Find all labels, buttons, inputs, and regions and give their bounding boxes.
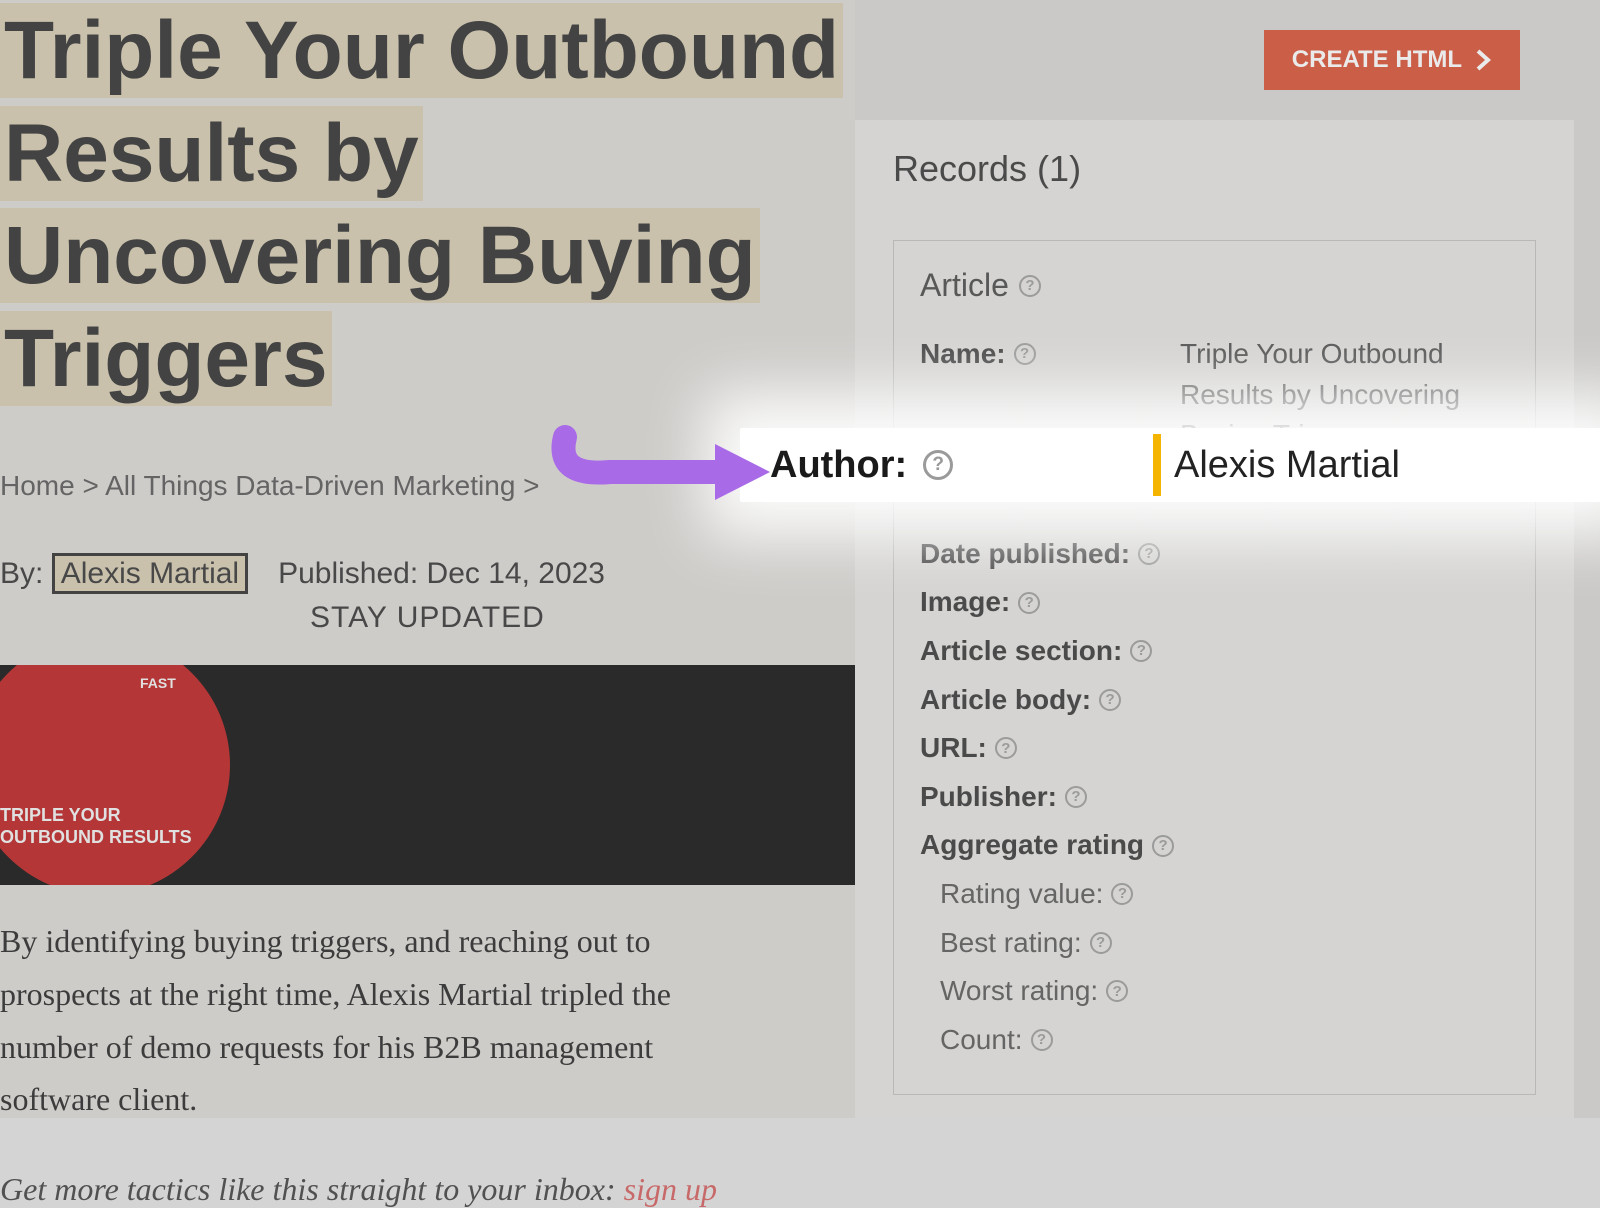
byline-by: By: Alexis Martial xyxy=(0,557,248,591)
hero-line1: TRIPLE YOUR xyxy=(0,805,121,825)
help-icon[interactable]: ? xyxy=(1018,592,1040,614)
published: Published: Dec 14, 2023 xyxy=(278,557,605,591)
article-title: Triple Your Outbound Results by Uncoveri… xyxy=(0,0,855,410)
help-icon[interactable]: ? xyxy=(995,737,1017,759)
rating-value-label: Rating value: xyxy=(940,874,1103,915)
field-best-rating: Best rating: ? xyxy=(940,923,1509,964)
cta-text: Get more tactics like this straight to y… xyxy=(0,1171,855,1208)
aggregate-rating-label: Aggregate rating xyxy=(920,825,1144,866)
help-icon[interactable]: ? xyxy=(1090,932,1112,954)
field-count: Count: ? xyxy=(940,1020,1509,1061)
breadcrumb-category[interactable]: All Things Data-Driven Marketing xyxy=(105,470,515,501)
record-type-label: Article xyxy=(920,267,1009,304)
hero-image: FAST TRIPLE YOUR OUTBOUND RESULTS xyxy=(0,665,855,885)
field-aggregate-rating: Aggregate rating ? xyxy=(920,825,1509,866)
best-rating-label: Best rating: xyxy=(940,923,1082,964)
author-highlight-strip: Author: ? Alexis Martial xyxy=(740,428,1600,502)
count-label: Count: xyxy=(940,1020,1023,1061)
article-preview-pane: Triple Your Outbound Results by Uncoveri… xyxy=(0,0,855,1118)
article-section-label: Article section: xyxy=(920,631,1122,672)
name-label: Name: xyxy=(920,334,1006,375)
stay-updated-link[interactable]: STAY UPDATED xyxy=(310,601,855,635)
arrow-annotation xyxy=(550,412,770,512)
author-name-highlight[interactable]: Alexis Martial xyxy=(52,553,248,594)
cta-prefix: Get more tactics like this straight to y… xyxy=(0,1171,624,1207)
published-date: Dec 14, 2023 xyxy=(427,557,605,590)
create-html-button[interactable]: CREATE HTML xyxy=(1264,30,1520,90)
help-icon[interactable]: ? xyxy=(1111,883,1133,905)
hero-line2: OUTBOUND RESULTS xyxy=(0,827,192,847)
breadcrumb-sep: > xyxy=(523,470,539,501)
help-icon[interactable]: ? xyxy=(1099,689,1121,711)
help-icon[interactable]: ? xyxy=(1106,980,1128,1002)
article-title-text: Triple Your Outbound Results by Uncoveri… xyxy=(0,3,843,406)
help-icon[interactable]: ? xyxy=(923,450,953,480)
byline-row: By: Alexis Martial Published: Dec 14, 20… xyxy=(0,557,855,591)
breadcrumb-home[interactable]: Home xyxy=(0,470,75,501)
chevron-right-icon xyxy=(1476,49,1492,71)
field-worst-rating: Worst rating: ? xyxy=(940,971,1509,1012)
article-body-label: Article body: xyxy=(920,680,1091,721)
url-label: URL: xyxy=(920,728,987,769)
record-box: Article ? Name: ? Triple Your Outbound R… xyxy=(893,240,1536,1095)
breadcrumb-sep: > xyxy=(82,470,105,501)
field-date-published: Date published: ? xyxy=(920,534,1509,575)
records-heading: Records (1) xyxy=(893,148,1536,190)
byline-prefix: By: xyxy=(0,557,43,590)
hero-text-top: FAST xyxy=(140,675,176,691)
help-icon[interactable]: ? xyxy=(1138,543,1160,565)
field-url: URL: ? xyxy=(920,728,1509,769)
help-icon[interactable]: ? xyxy=(1019,275,1041,297)
field-article-body: Article body: ? xyxy=(920,680,1509,721)
author-label-text: Author: xyxy=(770,444,907,487)
author-field-label: Author: ? xyxy=(770,444,953,487)
publisher-label: Publisher: xyxy=(920,777,1057,818)
structured-data-panel: CREATE HTML Records (1) Article ? Name: … xyxy=(855,0,1600,1118)
field-article-section: Article section: ? xyxy=(920,631,1509,672)
hero-circle xyxy=(0,665,230,885)
help-icon[interactable]: ? xyxy=(1031,1029,1053,1051)
help-icon[interactable]: ? xyxy=(1130,640,1152,662)
article-body: By identifying buying triggers, and reac… xyxy=(0,915,855,1126)
image-label: Image: xyxy=(920,582,1010,623)
record-type: Article ? xyxy=(920,267,1509,304)
signup-link[interactable]: sign up xyxy=(624,1171,717,1207)
author-value[interactable]: Alexis Martial xyxy=(1174,444,1400,487)
published-prefix: Published: xyxy=(278,557,418,590)
field-image: Image: ? xyxy=(920,582,1509,623)
create-html-label: CREATE HTML xyxy=(1292,46,1462,74)
help-icon[interactable]: ? xyxy=(1014,343,1036,365)
help-icon[interactable]: ? xyxy=(1152,835,1174,857)
field-publisher: Publisher: ? xyxy=(920,777,1509,818)
hero-text-bottom: TRIPLE YOUR OUTBOUND RESULTS xyxy=(0,805,192,848)
field-rating-value: Rating value: ? xyxy=(940,874,1509,915)
worst-rating-label: Worst rating: xyxy=(940,971,1098,1012)
author-value-cursor xyxy=(1153,434,1161,496)
date-published-label: Date published: xyxy=(920,534,1130,575)
help-icon[interactable]: ? xyxy=(1065,786,1087,808)
records-area: Records (1) Article ? Name: ? Triple You… xyxy=(855,120,1574,1118)
